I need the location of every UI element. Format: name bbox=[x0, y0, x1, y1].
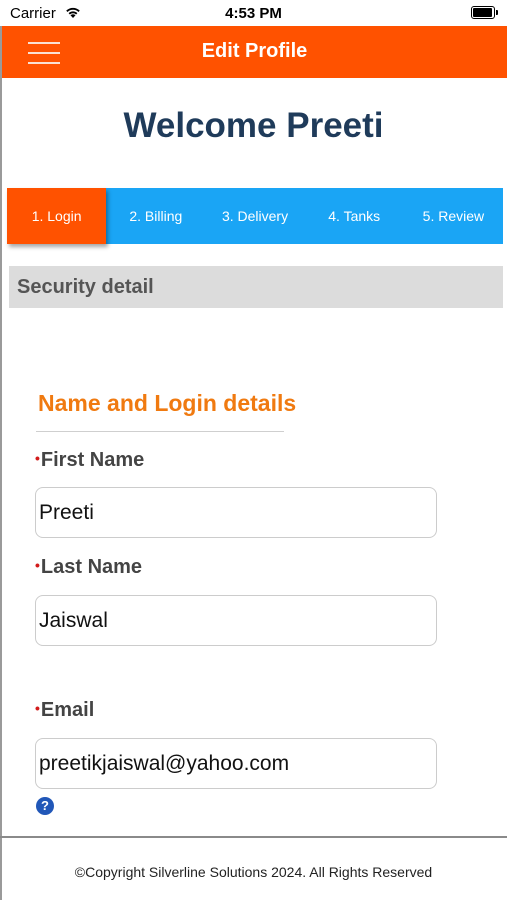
step-tab-billing[interactable]: 2. Billing bbox=[106, 188, 205, 244]
email-label: •Email bbox=[35, 699, 95, 721]
copyright-footer: ©Copyright Silverline Solutions 2024. Al… bbox=[74, 864, 433, 880]
step-tab-tanks[interactable]: 4. Tanks bbox=[305, 188, 404, 244]
section-header: Security detail bbox=[9, 266, 503, 308]
email-input[interactable] bbox=[35, 738, 437, 789]
required-marker: • bbox=[35, 557, 40, 573]
left-edge-divider bbox=[0, 26, 2, 900]
first-name-input[interactable] bbox=[35, 487, 437, 538]
status-bar: Carrier 4:53 PM bbox=[0, 0, 507, 26]
section-title: Security detail bbox=[17, 276, 154, 298]
battery-icon bbox=[471, 6, 498, 19]
step-tab-login[interactable]: 1. Login bbox=[7, 188, 107, 244]
step-tabs: 1. Login 2. Billing 3. Delivery 4. Tanks… bbox=[7, 188, 503, 244]
help-icon[interactable]: ? bbox=[36, 797, 54, 815]
footer-divider bbox=[0, 836, 507, 838]
form-group-title: Name and Login details bbox=[38, 390, 297, 416]
nav-bar: Edit Profile bbox=[2, 26, 507, 78]
step-tab-review[interactable]: 5. Review bbox=[404, 188, 503, 244]
last-name-label: •Last Name bbox=[35, 556, 143, 578]
page-title: Edit Profile bbox=[201, 40, 308, 62]
group-title-underline bbox=[36, 431, 284, 432]
required-marker: • bbox=[35, 450, 40, 466]
clock: 4:53 PM bbox=[225, 5, 282, 22]
last-name-input[interactable] bbox=[35, 595, 437, 646]
welcome-heading: Welcome Preeti bbox=[123, 106, 384, 145]
first-name-label: •First Name bbox=[35, 449, 145, 471]
step-tab-delivery[interactable]: 3. Delivery bbox=[205, 188, 304, 244]
required-marker: • bbox=[35, 700, 40, 716]
